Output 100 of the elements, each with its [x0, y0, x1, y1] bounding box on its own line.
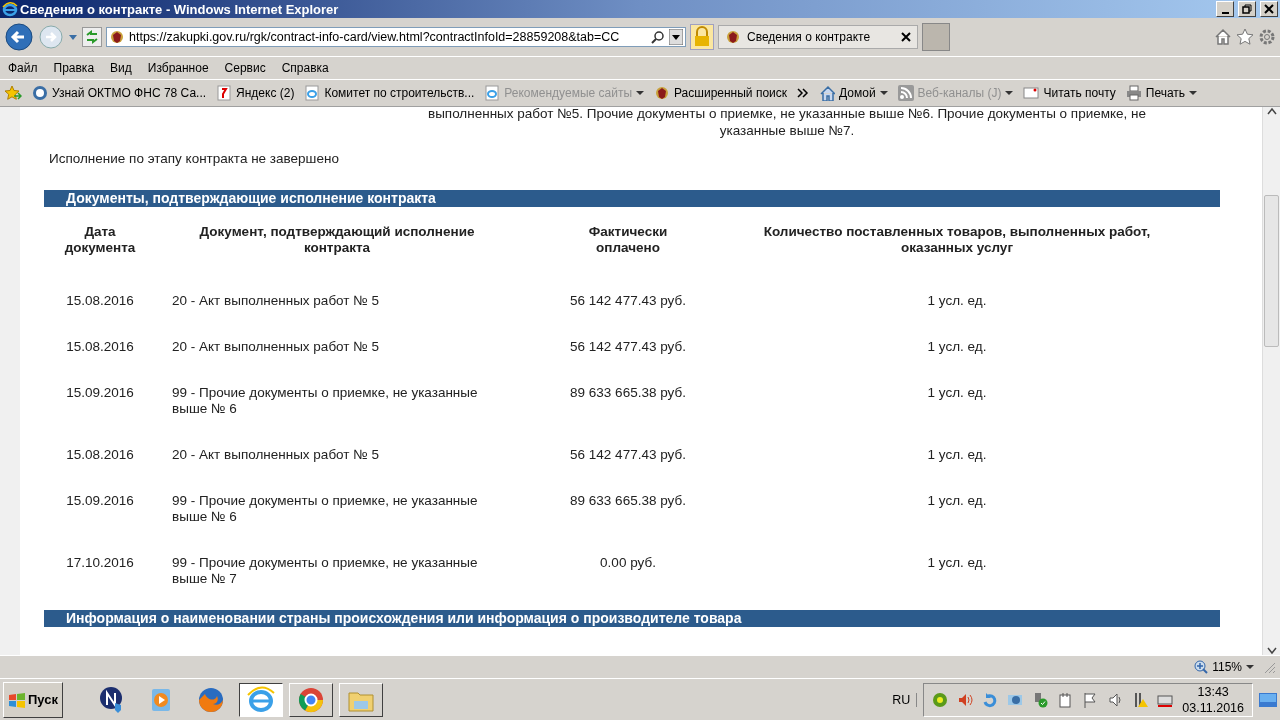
caret-icon — [1005, 90, 1014, 96]
command-button[interactable]: Читать почту — [1023, 85, 1116, 101]
home-icon[interactable] — [1214, 28, 1232, 46]
table-cell-text: 56 142 477.43 руб. — [569, 338, 687, 356]
minimize-icon — [1221, 12, 1229, 14]
scroll-down-icon[interactable] — [1266, 647, 1277, 656]
language-indicator[interactable]: RU — [892, 692, 918, 707]
url-text: https://zakupki.gov.ru/rgk/contract-info-card/view.html?contractInfoId=28859208&tab=CC — [129, 30, 620, 44]
column-header: Количество поставленных товаров, выполненных работ, оказанных услуг — [762, 224, 1152, 257]
back-button[interactable] — [4, 22, 34, 52]
chevron-icon[interactable] — [797, 88, 809, 98]
feed-icon — [897, 85, 914, 101]
windows-logo-icon — [8, 691, 26, 708]
zoom-button[interactable]: 115% — [1186, 658, 1262, 677]
forward-button[interactable] — [38, 24, 64, 50]
clock-date: 03.11.2016 — [1182, 699, 1244, 716]
command-button[interactable]: Печать — [1125, 85, 1198, 101]
minimize-button[interactable] — [1216, 1, 1234, 17]
favorite-link[interactable]: Яндекс (2) — [216, 85, 295, 101]
close-tab-icon[interactable] — [901, 32, 911, 42]
printer-icon — [1125, 85, 1142, 101]
start-button[interactable]: Пуск — [3, 681, 63, 718]
document-list-text: выполненных работ №5. Прочие документы о приемке, не указанные выше №6. Прочие документы о приемке, не — [427, 107, 1147, 122]
table-cell-text: 1 усл. ед. — [926, 384, 988, 402]
table-cell-text: 89 633 665.38 руб. — [569, 492, 687, 510]
table-cell-text: 56 142 477.43 руб. — [569, 446, 687, 464]
dropdown-caret-icon[interactable] — [68, 33, 78, 41]
site-icon — [32, 85, 48, 101]
table-cell-text: 15.09.2016 — [65, 384, 135, 402]
table-cell-text: 56 142 477.43 руб. — [569, 292, 687, 310]
column-header: Дата документа — [63, 224, 137, 257]
menu-item[interactable]: Сервис — [224, 61, 266, 75]
table-cell-text: 15.09.2016 — [65, 492, 135, 510]
table-cell-text: 99 - Прочие документы о приемке, не указанные выше № 7 — [171, 554, 479, 588]
table-cell-text: 89 633 665.38 руб. — [569, 384, 687, 402]
zoom-icon — [1194, 660, 1209, 675]
table-cell-text: 99 - Прочие документы о приемке, не указанные выше № 6 — [171, 492, 479, 526]
table-cell-text: 0.00 руб. — [599, 554, 657, 572]
close-button[interactable] — [1260, 1, 1278, 17]
menu-item[interactable]: Файл — [8, 61, 38, 75]
favorites-add-icon[interactable] — [4, 85, 22, 101]
status-text: Исполнение по этапу контракта не завершено — [49, 151, 340, 166]
dropdown-button[interactable] — [669, 29, 683, 45]
sync-arrow-icon[interactable] — [982, 691, 999, 708]
folder-icon[interactable] — [339, 682, 383, 717]
caret-icon — [636, 90, 644, 96]
bug-shield-icon[interactable] — [932, 691, 949, 708]
page-icon — [216, 85, 233, 101]
page-icon — [484, 85, 501, 101]
round-browser-icon[interactable] — [289, 682, 333, 717]
scrollbar-thumb[interactable] — [1264, 195, 1279, 348]
table-cell-text: 1 усл. ед. — [926, 492, 988, 510]
refresh-button[interactable] — [82, 27, 102, 47]
flag-icon[interactable] — [1082, 691, 1099, 708]
browser-tab[interactable]: Сведения о контракте — [718, 25, 918, 49]
speaker-outline-icon[interactable] — [1107, 691, 1124, 708]
table-cell-text: 20 - Акт выполненных работ № 5 — [171, 292, 380, 310]
browser-logo-icon — [2, 1, 18, 17]
page-icon — [304, 85, 321, 101]
favorite-link[interactable]: Расширенный поиск — [654, 85, 787, 101]
command-button[interactable]: Домой — [819, 85, 888, 101]
section-header: Информация о наименовании страны происхождения или информация о производителе товара — [44, 610, 1220, 627]
resize-grip-icon — [1262, 660, 1276, 675]
emblem-icon — [109, 29, 125, 45]
section-header: Документы, подтверждающие исполнение контракта — [44, 190, 1220, 207]
menu-item[interactable]: Справка — [281, 61, 329, 75]
menu-item[interactable]: Правка — [53, 61, 95, 75]
show-desktop-icon[interactable] — [1259, 692, 1277, 707]
table-cell-text: 20 - Акт выполненных работ № 5 — [171, 446, 380, 464]
favorites-star-icon[interactable] — [1236, 28, 1254, 46]
search-icon — [651, 30, 665, 44]
caret-icon — [1189, 90, 1198, 96]
table-cell-text: 20 - Акт выполненных работ № 5 — [171, 338, 380, 356]
table-cell-text: 15.08.2016 — [65, 292, 135, 310]
menu-item[interactable]: Вид — [110, 61, 132, 75]
settings-icon[interactable] — [1258, 28, 1276, 46]
clock-time: 13:43 — [1197, 683, 1229, 700]
favorite-link[interactable]: Узнай ОКТМО ФНС 78 Са... — [32, 85, 207, 101]
scroll-up-icon[interactable] — [1266, 107, 1277, 115]
home-icon — [819, 85, 835, 101]
caret-icon — [1246, 664, 1254, 671]
column-header: Документ, подтверждающий исполнение контракта — [198, 224, 476, 257]
window-title: Сведения о контракте - Windows Internet Explorer — [20, 1, 339, 17]
address-field[interactable]: https://zakupki.gov.ru/rgk/contract-info-card/view.html?contractInfoId=28859208&tab=CC — [106, 27, 686, 47]
plug-check-icon[interactable] — [1032, 691, 1049, 708]
table-cell-text: 17.10.2016 — [65, 554, 135, 572]
column-header: Фактически оплачено — [587, 224, 669, 257]
favorite-link[interactable]: Комитет по строительств... — [304, 85, 475, 101]
table-cell-text: 99 - Прочие документы о приемке, не указанные выше № 6 — [171, 384, 479, 418]
menu-item[interactable]: Избранное — [147, 61, 209, 75]
caret-icon — [879, 90, 888, 96]
table-cell-text: 15.08.2016 — [65, 338, 135, 356]
table-cell-text: 1 усл. ед. — [926, 554, 988, 572]
padlock-icon — [690, 24, 714, 50]
table-cell-text: 1 усл. ед. — [926, 446, 988, 464]
browser-logo-icon[interactable] — [239, 682, 283, 717]
restore-button[interactable] — [1238, 1, 1256, 17]
mail-icon — [1023, 85, 1040, 101]
close-icon — [1264, 4, 1274, 14]
table-cell-text: 1 усл. ед. — [926, 338, 988, 356]
